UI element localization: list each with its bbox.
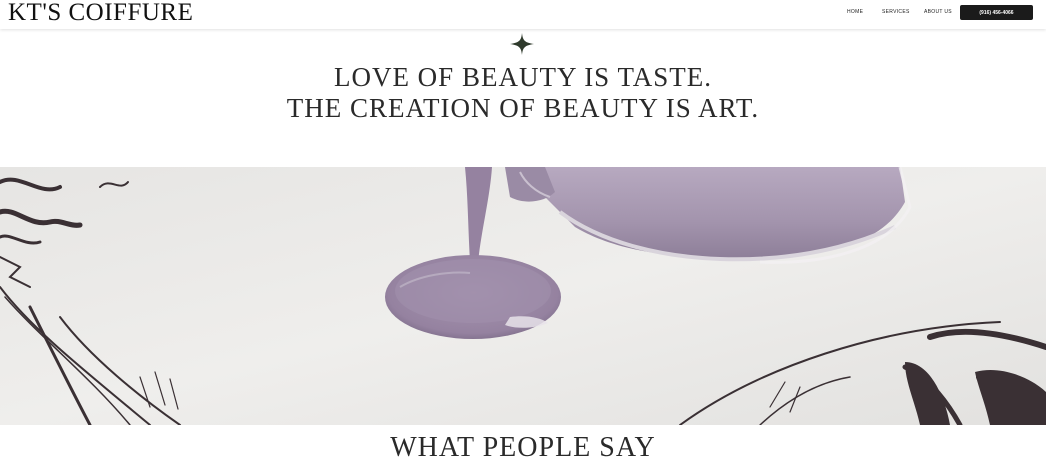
testimonials-title: WHAT PEOPLE SAY: [390, 432, 656, 463]
hero-quote-line-2: THE CREATION OF BEAUTY IS ART.: [286, 93, 760, 123]
nail-polish-illustration: [0, 167, 1046, 425]
sparkle-icon: [510, 33, 534, 55]
site-header: KT'S COIFFURE HOME SERVICES ABOUT US (91…: [0, 0, 1046, 29]
nav-about-link[interactable]: ABOUT US: [924, 9, 952, 15]
hero-quote-line-1: LOVE OF BEAUTY IS TASTE.: [333, 62, 713, 92]
hero-image: [0, 167, 1046, 425]
brand-logo[interactable]: KT'S COIFFURE: [8, 0, 193, 27]
phone-call-button[interactable]: (916) 456-4066: [960, 5, 1033, 20]
nav-services-link[interactable]: SERVICES: [882, 9, 910, 15]
nav-home-link[interactable]: HOME: [847, 9, 863, 15]
